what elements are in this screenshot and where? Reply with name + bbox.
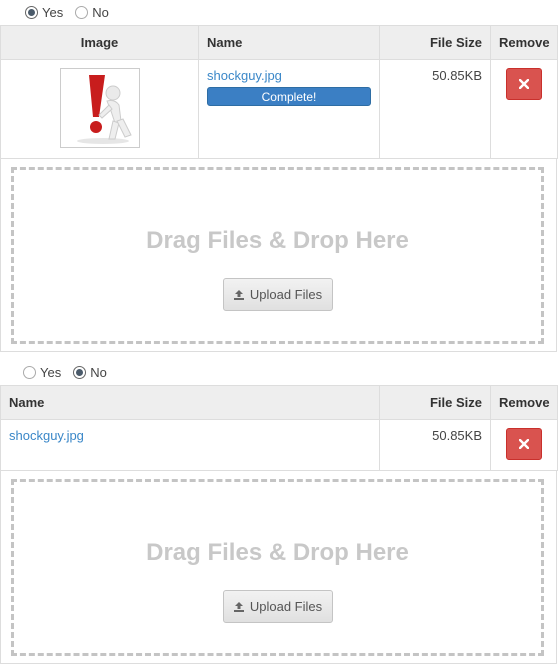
- image-cell: [0, 59, 199, 159]
- col-header-name: Name: [198, 25, 380, 60]
- radio-circle-yes[interactable]: [23, 366, 36, 379]
- radio-label-yes: Yes: [40, 365, 62, 380]
- file-link[interactable]: shockguy.jpg: [207, 68, 371, 83]
- name-cell: shockguy.jpg: [0, 419, 380, 471]
- radio-circle-no[interactable]: [73, 366, 87, 379]
- upload-icon: [233, 601, 244, 612]
- upload-files-button[interactable]: Upload Files: [222, 590, 333, 623]
- radio-yes[interactable]: Yes: [25, 5, 63, 20]
- size-cell: 50.85KB: [379, 59, 491, 159]
- col-header-file-size: File Size: [379, 25, 491, 60]
- radio-no[interactable]: No: [75, 5, 109, 20]
- col-header-image: Image: [0, 25, 199, 60]
- table-row: shockguy.jpg Complete! 50.85KB: [0, 59, 558, 159]
- radio-no[interactable]: No: [73, 365, 107, 380]
- dropzone[interactable]: Drag Files & Drop Here Upload Files: [11, 167, 544, 344]
- dropzone-title: Drag Files & Drop Here: [146, 539, 409, 566]
- name-cell: shockguy.jpg Complete!: [198, 59, 380, 159]
- col-header-file-size: File Size: [379, 385, 491, 420]
- col-header-name: Name: [0, 385, 380, 420]
- upload-icon: [233, 289, 244, 300]
- file-size: 50.85KB: [432, 68, 482, 83]
- radio-label-no: No: [92, 5, 109, 20]
- file-table-2: Name File Size Remove shockguy.jpg 50.85…: [0, 385, 558, 471]
- remove-button[interactable]: [506, 428, 542, 460]
- radio-label-no: No: [90, 365, 107, 380]
- file-thumbnail: [59, 68, 140, 148]
- col-header-remove: Remove: [490, 385, 558, 420]
- dropzone-title: Drag Files & Drop Here: [146, 227, 409, 254]
- upload-files-button[interactable]: Upload Files: [222, 278, 333, 311]
- radio-yes[interactable]: Yes: [23, 365, 61, 380]
- dropzone-2[interactable]: Drag Files & Drop Here Upload Files: [11, 479, 544, 656]
- file-table: Image Name File Size Remove shockguy.jpg…: [0, 25, 558, 159]
- exclamation-figure-icon: [76, 75, 132, 144]
- upload-files-label: Upload Files: [249, 287, 323, 302]
- show-image-radio-group: Yes No: [25, 5, 121, 20]
- col-header-remove: Remove: [490, 25, 558, 60]
- file-size: 50.85KB: [432, 428, 482, 443]
- upload-files-label: Upload Files: [249, 599, 323, 614]
- radio-circle-no[interactable]: [75, 6, 89, 19]
- radio-label-yes: Yes: [42, 5, 64, 20]
- remove-button[interactable]: [506, 68, 542, 100]
- radio-circle-yes[interactable]: [25, 6, 38, 19]
- remove-cell: [490, 59, 558, 159]
- show-image-radio-group-2: Yes No: [23, 365, 119, 380]
- close-icon: [519, 79, 529, 89]
- remove-cell: [490, 419, 558, 471]
- table-row: shockguy.jpg 50.85KB: [0, 419, 558, 471]
- size-cell: 50.85KB: [379, 419, 491, 471]
- close-icon: [519, 439, 529, 449]
- file-link[interactable]: shockguy.jpg: [9, 428, 371, 443]
- upload-progress-bar: Complete!: [207, 87, 371, 106]
